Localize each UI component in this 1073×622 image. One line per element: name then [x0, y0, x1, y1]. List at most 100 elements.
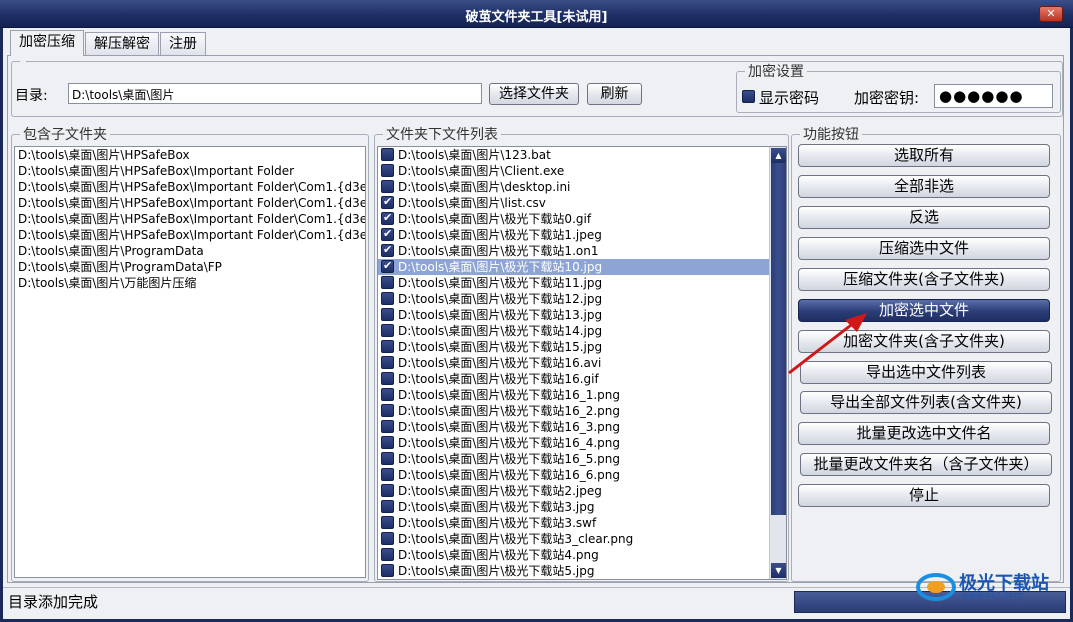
file-name: D:\tools\桌面\图片\极光下载站11.jpg — [398, 276, 603, 290]
file-checkbox[interactable] — [381, 468, 394, 481]
file-item[interactable]: D:\tools\桌面\图片\123.bat — [378, 147, 769, 163]
subfolder-item[interactable]: D:\tools\桌面\图片\HPSafeBox\Important Folde… — [15, 227, 365, 243]
file-checkbox[interactable] — [381, 226, 394, 242]
show-password-label: 显示密码 — [759, 89, 820, 107]
file-list[interactable]: D:\tools\桌面\图片\123.bat D:\tools\桌面\图片\Cli… — [377, 146, 787, 580]
file-name: D:\tools\桌面\图片\极光下载站16.gif — [398, 372, 599, 386]
file-checkbox[interactable] — [381, 276, 394, 289]
rename-folders-button[interactable]: 批量更改文件夹名（含子文件夹） — [800, 453, 1052, 476]
deselect-all-button[interactable]: 全部非选 — [798, 175, 1050, 198]
subfolder-item[interactable]: D:\tools\桌面\图片\HPSafeBox\Important Folde… — [15, 179, 365, 195]
file-checkbox[interactable] — [381, 516, 394, 529]
file-checkbox[interactable] — [381, 242, 394, 258]
file-name: D:\tools\桌面\图片\极光下载站16_4.png — [398, 436, 620, 450]
file-checkbox[interactable] — [381, 532, 394, 545]
file-name: D:\tools\桌面\图片\极光下载站3.jpg — [398, 500, 595, 514]
file-item[interactable]: D:\tools\桌面\图片\极光下载站16_6.png — [378, 467, 769, 483]
file-checkbox[interactable] — [381, 292, 394, 305]
file-item[interactable]: D:\tools\桌面\图片\极光下载站0.gif — [378, 210, 769, 227]
compress-folder-button[interactable]: 压缩文件夹(含子文件夹) — [798, 268, 1050, 291]
file-item[interactable]: D:\tools\桌面\图片\极光下载站3_clear.png — [378, 531, 769, 547]
file-item[interactable]: D:\tools\桌面\图片\极光下载站2.jpeg — [378, 483, 769, 499]
file-checkbox[interactable] — [381, 308, 394, 321]
subfolder-item[interactable]: D:\tools\桌面\图片\ProgramData — [15, 243, 365, 259]
file-checkbox[interactable] — [381, 148, 394, 161]
status-bar: 目录添加完成 — [3, 587, 1070, 619]
file-name: D:\tools\桌面\图片\极光下载站5.jpg — [398, 564, 595, 578]
file-item[interactable]: D:\tools\桌面\图片\极光下载站16_5.png — [378, 451, 769, 467]
file-checkbox[interactable] — [381, 388, 394, 401]
close-button[interactable]: ✕ — [1039, 6, 1063, 22]
file-item[interactable]: D:\tools\桌面\图片\极光下载站10.jpg — [378, 258, 769, 275]
file-item[interactable]: D:\tools\桌面\图片\Client.exe — [378, 163, 769, 179]
file-item[interactable]: D:\tools\桌面\图片\极光下载站16.gif — [378, 371, 769, 387]
file-item[interactable]: D:\tools\桌面\图片\极光下载站1.jpeg — [378, 226, 769, 243]
file-checkbox[interactable] — [381, 404, 394, 417]
file-checkbox[interactable] — [381, 324, 394, 337]
subfolder-item[interactable]: D:\tools\桌面\图片\HPSafeBox\Important Folde… — [15, 195, 365, 211]
directory-input[interactable]: D:\tools\桌面\图片 — [68, 83, 482, 104]
encrypt-settings-legend: 加密设置 — [748, 64, 804, 80]
file-item[interactable]: D:\tools\桌面\图片\desktop.ini — [378, 179, 769, 195]
file-item[interactable]: D:\tools\桌面\图片\list.csv — [378, 194, 769, 211]
file-checkbox[interactable] — [381, 436, 394, 449]
file-item[interactable]: D:\tools\桌面\图片\极光下载站16_4.png — [378, 435, 769, 451]
refresh-button[interactable]: 刷新 — [587, 83, 642, 105]
file-checkbox[interactable] — [381, 180, 394, 193]
browse-folder-button[interactable]: 选择文件夹 — [489, 83, 579, 105]
file-name: D:\tools\桌面\图片\极光下载站13.jpg — [398, 308, 603, 322]
file-item[interactable]: D:\tools\桌面\图片\极光下载站16_3.png — [378, 419, 769, 435]
file-item[interactable]: D:\tools\桌面\图片\极光下载站4.png — [378, 547, 769, 563]
subfolder-item[interactable]: D:\tools\桌面\图片\HPSafeBox\Important Folde… — [15, 211, 365, 227]
file-item[interactable]: D:\tools\桌面\图片\极光下载站1.on1 — [378, 242, 769, 259]
rename-files-button[interactable]: 批量更改选中文件名 — [798, 422, 1050, 445]
file-item[interactable]: D:\tools\桌面\图片\极光下载站3.jpg — [378, 499, 769, 515]
file-checkbox[interactable] — [381, 194, 394, 210]
file-item[interactable]: D:\tools\桌面\图片\极光下载站16_2.png — [378, 403, 769, 419]
scroll-down-icon[interactable]: ▼ — [771, 563, 786, 578]
export-all-list-button[interactable]: 导出全部文件列表(含文件夹) — [800, 391, 1052, 414]
file-checkbox[interactable] — [381, 420, 394, 433]
subfolder-list[interactable]: D:\tools\桌面\图片\HPSafeBox D:\tools\桌面\图片\H… — [14, 146, 366, 578]
subfolder-item[interactable]: D:\tools\桌面\图片\万能图片压缩 — [15, 275, 365, 291]
file-item[interactable]: D:\tools\桌面\图片\极光下载站14.jpg — [378, 323, 769, 339]
show-password-checkbox[interactable] — [742, 90, 755, 103]
tab-encrypt-compress[interactable]: 加密压缩 — [10, 30, 84, 56]
file-item[interactable]: D:\tools\桌面\图片\极光下载站15.jpg — [378, 339, 769, 355]
subfolder-item[interactable]: D:\tools\桌面\图片\HPSafeBox\Important Folde… — [15, 163, 365, 179]
compress-selected-button[interactable]: 压缩选中文件 — [798, 237, 1050, 260]
file-checkbox[interactable] — [381, 548, 394, 561]
encryption-key-input[interactable]: ●●●●●● — [934, 84, 1053, 108]
file-checkbox[interactable] — [381, 210, 394, 226]
file-checkbox[interactable] — [381, 484, 394, 497]
file-name: D:\tools\桌面\图片\极光下载站16_2.png — [398, 404, 620, 418]
file-item[interactable]: D:\tools\桌面\图片\极光下载站3.swf — [378, 515, 769, 531]
file-checkbox[interactable] — [381, 164, 394, 177]
tab-decompress-decrypt[interactable]: 解压解密 — [85, 32, 159, 56]
file-name: D:\tools\桌面\图片\极光下载站16_6.png — [398, 468, 620, 482]
file-name: D:\tools\桌面\图片\极光下载站0.gif — [398, 212, 592, 226]
select-all-button[interactable]: 选取所有 — [798, 144, 1050, 167]
file-item[interactable]: D:\tools\桌面\图片\极光下载站12.jpg — [378, 291, 769, 307]
subfolder-item[interactable]: D:\tools\桌面\图片\HPSafeBox — [15, 147, 365, 163]
scroll-up-icon[interactable]: ▲ — [771, 148, 786, 163]
file-checkbox[interactable] — [381, 258, 394, 274]
file-checkbox[interactable] — [381, 356, 394, 369]
tab-register[interactable]: 注册 — [160, 32, 206, 56]
file-checkbox[interactable] — [381, 452, 394, 465]
file-checkbox[interactable] — [381, 500, 394, 513]
file-name: D:\tools\桌面\图片\极光下载站14.jpg — [398, 324, 603, 338]
file-name: D:\tools\桌面\图片\极光下载站16_5.png — [398, 452, 620, 466]
stop-button[interactable]: 停止 — [798, 484, 1050, 507]
watermark-logo: 极光下载站 www.xz7.com — [915, 569, 1065, 605]
file-item[interactable]: D:\tools\桌面\图片\极光下载站16_1.png — [378, 387, 769, 403]
file-item[interactable]: D:\tools\桌面\图片\极光下载站13.jpg — [378, 307, 769, 323]
file-item[interactable]: D:\tools\桌面\图片\极光下载站16.avi — [378, 355, 769, 371]
invert-selection-button[interactable]: 反选 — [798, 206, 1050, 229]
file-checkbox[interactable] — [381, 372, 394, 385]
file-checkbox[interactable] — [381, 340, 394, 353]
subfolder-item[interactable]: D:\tools\桌面\图片\ProgramData\FP — [15, 259, 365, 275]
file-checkbox[interactable] — [381, 564, 394, 577]
file-item[interactable]: D:\tools\桌面\图片\极光下载站5.jpg — [378, 563, 769, 579]
file-item[interactable]: D:\tools\桌面\图片\极光下载站11.jpg — [378, 275, 769, 291]
